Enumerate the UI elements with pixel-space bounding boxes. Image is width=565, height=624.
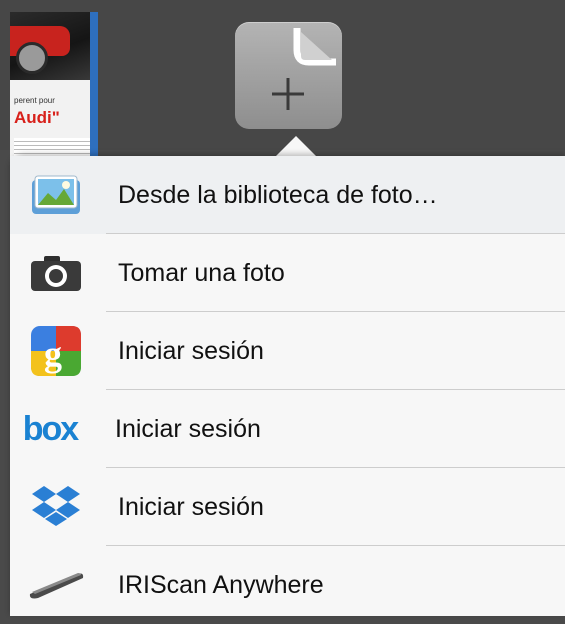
menu-item-dropbox[interactable]: Iniciar sesión — [10, 468, 565, 546]
camera-icon — [20, 246, 92, 300]
menu-item-label: Iniciar sesión — [118, 493, 264, 521]
menu-item-iriscan[interactable]: IRIScan Anywhere — [10, 546, 565, 624]
photo-library-icon — [20, 168, 92, 222]
import-menu-popover: Desde la biblioteca de foto… Tomar una f… — [10, 156, 565, 616]
menu-item-take-photo[interactable]: Tomar una foto — [10, 234, 565, 312]
scanner-icon — [20, 558, 92, 612]
add-document-icon — [272, 28, 336, 110]
thumbnail-brand: Audi" — [14, 108, 60, 127]
box-icon: box — [20, 402, 92, 456]
menu-item-photo-library[interactable]: Desde la biblioteca de foto… — [10, 156, 565, 234]
thumbnail-selection-strip — [90, 12, 98, 162]
popover-arrow — [276, 136, 316, 156]
svg-text:g: g — [44, 334, 62, 374]
menu-item-label: IRIScan Anywhere — [118, 571, 324, 599]
dropbox-icon — [20, 480, 92, 534]
menu-item-label: Desde la biblioteca de foto… — [118, 181, 438, 209]
menu-item-label: Tomar una foto — [118, 259, 285, 287]
thumbnail-tagline: perent pour — [14, 96, 55, 105]
car-image — [10, 12, 96, 80]
menu-item-google[interactable]: g Iniciar sesión — [10, 312, 565, 390]
menu-item-label: Iniciar sesión — [118, 337, 264, 365]
document-thumbnail[interactable]: perent pour Audi" — [10, 12, 96, 162]
add-document-button[interactable] — [235, 22, 342, 129]
google-icon: g — [20, 324, 92, 378]
box-logo-text: box — [22, 409, 79, 448]
menu-item-box[interactable]: box Iniciar sesión — [10, 390, 565, 468]
menu-item-label: Iniciar sesión — [115, 415, 261, 443]
